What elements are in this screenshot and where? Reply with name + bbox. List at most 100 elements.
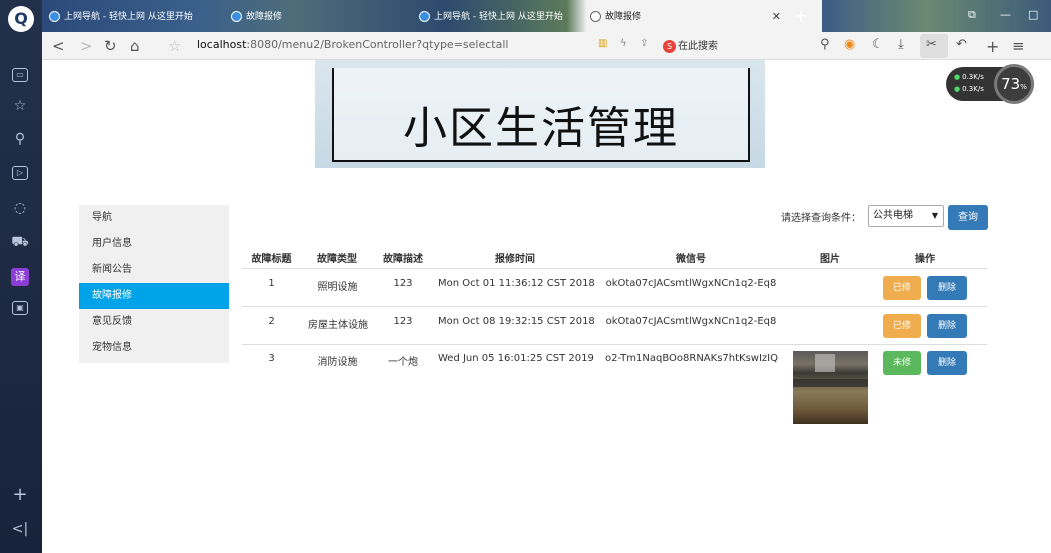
- game-icon[interactable]: ◉: [844, 37, 855, 52]
- restore-icon[interactable]: ⧉: [968, 8, 976, 22]
- side-menu: 导航 用户信息 新闻公告 故障报修 意见反馈 宠物信息: [79, 205, 229, 363]
- cell-title: 3: [268, 353, 275, 364]
- app-icon[interactable]: ▣: [12, 301, 28, 315]
- share-icon[interactable]: ⇪: [640, 38, 648, 49]
- maximize-icon[interactable]: □: [1028, 8, 1038, 21]
- row-divider: [242, 344, 987, 345]
- globe-icon: [231, 11, 242, 22]
- download-speed: ● 0.3K/s: [954, 85, 984, 93]
- video-icon[interactable]: ▷: [12, 166, 28, 180]
- query-button[interactable]: 查询: [948, 205, 988, 230]
- col-header-time: 报修时间: [495, 254, 535, 265]
- col-header-image: 图片: [820, 254, 840, 265]
- cell-desc: 一个炮: [388, 357, 418, 368]
- home-icon[interactable]: ⌂: [130, 36, 140, 56]
- cell-time: Mon Oct 01 11:36:12 CST 2018: [438, 278, 595, 289]
- col-header-title: 故障标题: [251, 254, 292, 265]
- translate-icon[interactable]: 译: [11, 268, 29, 286]
- status-unrepaired-button[interactable]: 未修: [883, 351, 921, 375]
- menu-item-nav: 导航: [92, 212, 112, 223]
- banner-frame: 小区生活管理: [332, 68, 750, 162]
- col-header-desc: 故障描述: [383, 254, 423, 265]
- menu-item-repair[interactable]: 故障报修: [79, 283, 229, 309]
- star-icon[interactable]: ☆: [9, 95, 31, 117]
- network-speed-widget[interactable]: ● 0.3K/s ● 0.3K/s 73%: [946, 64, 1034, 104]
- tab-nav-2[interactable]: 上网导航 - 轻快上网 从这里开始: [416, 5, 566, 29]
- tab-label: 故障报修: [246, 12, 283, 22]
- globe-icon: [419, 11, 430, 22]
- delete-button[interactable]: 删除: [927, 314, 967, 338]
- reader-icon[interactable]: ▥: [598, 38, 607, 49]
- forward-icon[interactable]: >: [80, 36, 93, 56]
- menu-item-user-info[interactable]: 用户信息: [79, 231, 229, 257]
- menu-icon[interactable]: ≡: [1012, 37, 1025, 55]
- close-tab-icon[interactable]: ✕: [772, 5, 781, 29]
- site-title: 小区生活管理: [403, 103, 679, 154]
- url-host: localhost: [197, 38, 247, 51]
- tab-label: 故障报修: [605, 12, 642, 22]
- scissors-icon[interactable]: ✂: [926, 37, 937, 52]
- cell-wechat: okOta07cJACsmtlWgxNCn1q2-Eq8: [605, 316, 777, 327]
- cell-desc: 123: [393, 278, 413, 289]
- query-label: 请选择查询条件：: [781, 213, 861, 224]
- tab-nav-1[interactable]: 上网导航 - 轻快上网 从这里开始: [46, 5, 196, 29]
- status-repaired-button[interactable]: 已修: [883, 314, 921, 338]
- notes-icon[interactable]: ▭: [12, 68, 28, 82]
- cell-wechat: o2-Tm1NaqBOo8RNAKs7htKswIzIQ: [605, 353, 778, 364]
- cell-time: Wed Jun 05 16:01:25 CST 2019: [438, 353, 594, 364]
- browser-logo-icon[interactable]: Q: [8, 6, 34, 32]
- sogou-icon: S: [663, 40, 676, 53]
- site-banner: 小区生活管理: [315, 60, 765, 168]
- memory-percent: 73%: [994, 64, 1034, 104]
- menu-item-feedback[interactable]: 意见反馈: [79, 309, 229, 335]
- download-icon[interactable]: ⤓: [898, 37, 904, 52]
- cell-type: 照明设施: [317, 282, 358, 293]
- chevron-down-icon: ▼: [931, 211, 938, 220]
- menu-item-pets[interactable]: 宠物信息: [79, 335, 229, 361]
- lightning-icon[interactable]: ϟ: [620, 38, 627, 49]
- tab-strip: 上网导航 - 轻快上网 从这里开始 故障报修 上网导航 - 轻快上网 从这里开始…: [42, 0, 1051, 32]
- delete-button[interactable]: 删除: [927, 351, 967, 375]
- bookmark-star-icon[interactable]: ☆: [168, 36, 181, 56]
- search-engine-box[interactable]: S 在此搜索: [663, 37, 718, 53]
- url-path: :8080/menu2/BrokenController?qtype=selec…: [246, 38, 509, 51]
- delete-button[interactable]: 删除: [927, 276, 967, 300]
- col-header-type: 故障类型: [317, 254, 357, 265]
- col-header-action: 操作: [915, 254, 935, 265]
- night-mode-icon[interactable]: ☾: [872, 37, 884, 52]
- new-tab-icon[interactable]: +: [794, 6, 807, 25]
- cell-title: 1: [268, 278, 275, 289]
- status-repaired-button[interactable]: 已修: [883, 276, 921, 300]
- search-icon[interactable]: ⚲: [820, 37, 830, 52]
- cell-type: 房屋主体设施: [308, 320, 368, 331]
- chat-icon[interactable]: ◌: [9, 197, 31, 219]
- cell-time: Mon Oct 08 19:32:15 CST 2018: [438, 316, 595, 327]
- address-bar: < > ↻ ⌂ ☆ localhost:8080/menu2/BrokenCon…: [42, 32, 1051, 60]
- tab-strip-bg: ⧉ — □: [822, 0, 1051, 32]
- search-placeholder: 在此搜索: [678, 41, 718, 52]
- row-divider: [242, 306, 987, 307]
- tab-label: 上网导航 - 轻快上网 从这里开始: [64, 12, 193, 22]
- tab-broken-1[interactable]: 故障报修: [228, 5, 318, 29]
- add-icon[interactable]: +: [9, 484, 31, 506]
- upload-speed: ● 0.3K/s: [954, 73, 984, 81]
- reload-icon[interactable]: ↻: [104, 36, 117, 56]
- browser-side-rail: Q ▭ ☆ ⚲ ▷ ◌ ⛟ 译 ▣ + <|: [0, 0, 42, 553]
- query-condition-select[interactable]: 公共电梯 ▼: [868, 205, 944, 227]
- url-field[interactable]: localhost:8080/menu2/BrokenController?qt…: [197, 38, 508, 51]
- menu-item-news[interactable]: 新闻公告: [79, 257, 229, 283]
- cell-type: 消防设施: [317, 357, 358, 368]
- add-icon[interactable]: +: [986, 37, 999, 56]
- cell-title: 2: [268, 316, 275, 327]
- minimize-icon[interactable]: —: [1000, 8, 1011, 21]
- undo-icon[interactable]: ↶: [956, 37, 967, 52]
- search-icon[interactable]: ⚲: [9, 128, 31, 150]
- fault-photo[interactable]: [793, 351, 868, 424]
- back-icon[interactable]: <: [52, 36, 65, 56]
- collapse-icon[interactable]: <|: [9, 518, 31, 540]
- cart-icon[interactable]: ⛟: [9, 231, 31, 253]
- col-header-wechat: 微信号: [676, 254, 706, 265]
- globe-icon: [590, 11, 601, 22]
- globe-icon: [49, 11, 60, 22]
- tab-broken-active[interactable]: 故障报修 ✕: [587, 5, 787, 29]
